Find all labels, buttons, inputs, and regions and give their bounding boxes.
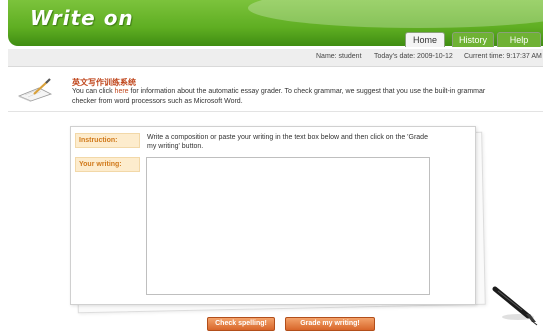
writing-panel: Instruction: Write a composition or past… — [70, 126, 476, 305]
main-tabs: Home History Help — [0, 32, 543, 48]
header-swoosh — [248, 0, 543, 28]
instruction-text: Write a composition or paste your writin… — [147, 134, 428, 150]
info-bar: Name: student Today's date: 2009-10-12 C… — [8, 49, 543, 67]
writing-label: Your writing: — [75, 157, 140, 172]
notebook-pen-icon — [17, 78, 53, 102]
instruction-label: Instruction: — [75, 133, 140, 148]
writing-textarea[interactable] — [146, 157, 430, 295]
current-time: Current time: 9:17:37 AM — [464, 53, 542, 60]
notice-text-before: You can click — [72, 88, 115, 95]
notice-text: You can click here for information about… — [72, 87, 502, 107]
notice-text-after: for information about the automatic essa… — [72, 88, 486, 105]
pen-icon — [492, 286, 538, 326]
todays-date: Today's date: 2009-10-12 — [374, 53, 453, 60]
app-logo: Write on — [30, 6, 134, 30]
tab-history[interactable]: History — [452, 32, 494, 47]
tab-help[interactable]: Help — [497, 32, 541, 47]
divider — [8, 111, 543, 112]
user-name: Name: student — [316, 53, 362, 60]
info-link[interactable]: here — [115, 88, 129, 95]
tab-home[interactable]: Home — [405, 32, 445, 47]
